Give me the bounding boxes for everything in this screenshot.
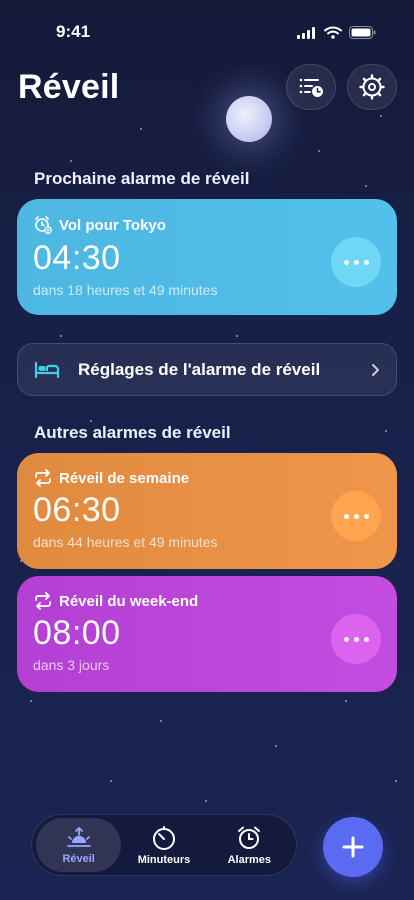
repeat-icon <box>35 592 51 610</box>
battery-icon <box>349 26 376 39</box>
other-alarms-section-title: Autres alarmes de réveil <box>34 423 231 442</box>
wifi-icon <box>324 26 342 39</box>
plus-icon <box>342 836 364 858</box>
alarm-more-button[interactable] <box>331 614 381 664</box>
alarm-label-row: Vol pour Tokyo <box>33 215 381 235</box>
alarm-countdown: dans 18 heures et 49 minutes <box>33 282 218 298</box>
status-icons <box>297 26 376 39</box>
dot <box>343 513 349 519</box>
alarm-countdown: dans 3 jours <box>33 657 110 673</box>
next-alarm-section-title: Prochaine alarme de réveil <box>34 169 250 188</box>
alarm-plus-icon <box>35 216 52 234</box>
alarm-more-button[interactable] <box>331 237 381 287</box>
tab-bar: Réveil Minuteurs Alarmes <box>31 814 297 876</box>
sleep-history-button[interactable] <box>286 64 336 110</box>
list-clock-icon <box>299 78 323 97</box>
tab-reveil[interactable]: Réveil <box>36 818 122 872</box>
alarm-more-button[interactable] <box>331 491 381 541</box>
repeat-icon <box>35 469 51 487</box>
tab-label: Réveil <box>62 852 95 865</box>
bed-icon <box>34 361 60 378</box>
alarm-countdown: dans 44 heures et 49 minutes <box>33 534 218 550</box>
signal-icon <box>297 26 315 39</box>
tab-minuteurs[interactable]: Minuteurs <box>121 818 206 872</box>
alarm-time: 04:30 <box>33 239 121 277</box>
tab-label: Minuteurs <box>137 853 191 866</box>
gear-icon <box>359 74 385 100</box>
status-bar: 9:41 <box>0 0 414 50</box>
dot <box>363 513 369 519</box>
alarm-label: Vol pour Tokyo <box>59 216 166 234</box>
tab-label: Alarmes <box>227 853 272 866</box>
dot <box>353 259 359 265</box>
alarm-card-weekend[interactable]: Réveil du week-end 08:00 dans 3 jours <box>17 576 397 692</box>
alarm-time: 06:30 <box>33 491 121 529</box>
dot <box>343 636 349 642</box>
chevron-right-icon <box>372 363 379 376</box>
settings-button[interactable] <box>347 64 397 110</box>
alarm-label: Réveil du week-end <box>59 592 199 610</box>
alarm-time: 08:00 <box>33 614 121 652</box>
alarm-clock-icon <box>238 826 261 849</box>
dot <box>343 259 349 265</box>
dot <box>353 513 359 519</box>
next-alarm-card[interactable]: Vol pour Tokyo 04:30 dans 18 heures et 4… <box>17 199 397 315</box>
alarm-label-row: Réveil de semaine <box>33 469 381 487</box>
alarm-card-weekday[interactable]: Réveil de semaine 06:30 dans 44 heures e… <box>17 453 397 569</box>
wake-alarm-settings-row[interactable]: Réglages de l'alarme de réveil <box>17 343 397 396</box>
status-time: 9:41 <box>56 22 91 41</box>
dot <box>353 636 359 642</box>
dot <box>363 259 369 265</box>
timer-icon <box>152 825 175 850</box>
add-alarm-button[interactable] <box>323 817 383 877</box>
settings-row-label: Réglages de l'alarme de réveil <box>78 359 321 379</box>
tab-alarmes[interactable]: Alarmes <box>207 818 292 872</box>
sunrise-icon <box>66 826 91 847</box>
dot <box>363 636 369 642</box>
moon-illustration <box>226 96 272 142</box>
page-title: Réveil <box>18 68 120 106</box>
alarm-label-row: Réveil du week-end <box>33 592 381 610</box>
alarm-label: Réveil de semaine <box>59 469 190 487</box>
